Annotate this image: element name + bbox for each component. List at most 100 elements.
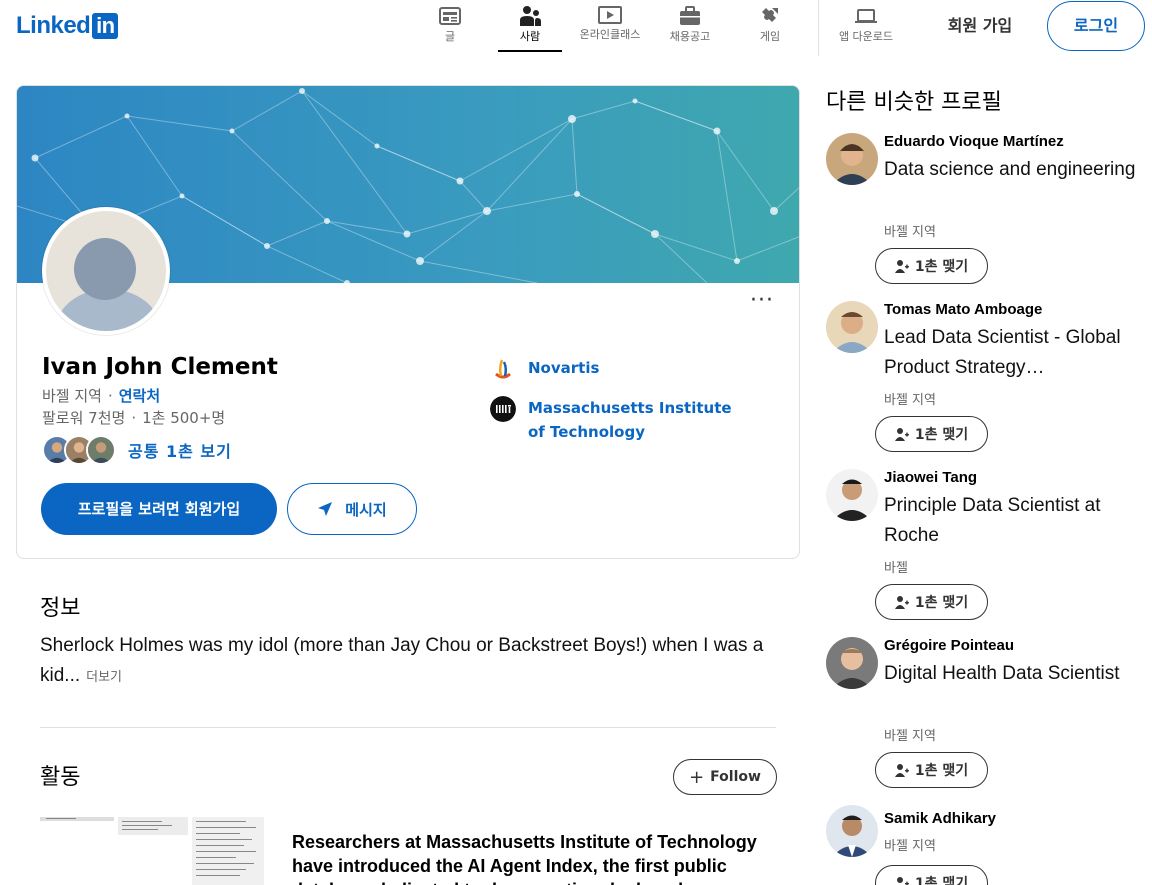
activity-post-thumbnail[interactable] bbox=[40, 815, 264, 885]
mutual-connections[interactable]: 공통 1촌 보기 bbox=[42, 434, 232, 466]
profile-name: Grégoire Pointeau bbox=[884, 637, 1015, 654]
profile-headline: Digital Health Data Scientist bbox=[884, 663, 1120, 684]
profile-card: ··· Ivan John Clement 바젤 지역 · 연락처 팔로워 7천명 ·… bbox=[16, 85, 800, 559]
connections-count: 1촌 500+명 bbox=[142, 409, 226, 427]
add-person-icon bbox=[894, 260, 909, 273]
similar-profile-item[interactable]: Tomas Mato Amboage Lead Data Scientist -… bbox=[826, 301, 1136, 452]
org-name: Novartis bbox=[528, 359, 600, 377]
profile-name: Tomas Mato Amboage bbox=[884, 301, 1043, 318]
avatar bbox=[86, 435, 116, 465]
profile-location: 바젤 지역 bbox=[884, 393, 936, 408]
org-education[interactable]: Massachusetts Institute of Technology bbox=[490, 396, 748, 444]
add-person-icon bbox=[894, 428, 909, 441]
profile-headline: Principle Data Scientist at Roche bbox=[884, 495, 1101, 546]
follow-label: Follow bbox=[710, 769, 761, 785]
plus-icon: + bbox=[689, 766, 705, 788]
top-nav: Linked in 글 사람 온라인클래스 채용공고 게임 앱 다운로드 회원 가… bbox=[0, 0, 1152, 56]
profile-location: 바젤 지역 bbox=[884, 225, 936, 240]
avatar bbox=[826, 301, 878, 353]
send-icon bbox=[318, 502, 333, 516]
org-current-company[interactable]: Novartis bbox=[490, 356, 748, 382]
learning-icon bbox=[598, 6, 622, 24]
nav-label: 게임 bbox=[759, 30, 781, 43]
connect-label: 1촌 맺기 bbox=[914, 763, 969, 779]
profile-name: Samik Adhikary bbox=[884, 810, 996, 827]
more-options-icon[interactable]: ··· bbox=[750, 290, 776, 316]
avatar bbox=[826, 133, 878, 185]
mutual-connections-link[interactable]: 공통 1촌 보기 bbox=[128, 438, 232, 462]
profile-location: 바젤 지역 bbox=[42, 387, 102, 405]
nav-people[interactable]: 사람 bbox=[498, 4, 562, 52]
connect-button[interactable]: 1촌 맺기 bbox=[875, 752, 988, 788]
nav-jobs[interactable]: 채용공고 bbox=[658, 4, 722, 52]
nav-label: 앱 다운로드 bbox=[838, 30, 894, 43]
contact-info-link[interactable]: 연락처 bbox=[119, 387, 160, 405]
follow-button[interactable]: + Follow bbox=[673, 759, 777, 795]
people-icon bbox=[520, 6, 541, 26]
connect-label: 1촌 맺기 bbox=[914, 876, 969, 885]
novartis-logo-icon bbox=[490, 356, 516, 382]
puzzle-icon bbox=[762, 8, 778, 22]
add-person-icon bbox=[894, 764, 909, 777]
separator-dot: · bbox=[131, 409, 137, 427]
nav-games[interactable]: 게임 bbox=[738, 4, 802, 52]
article-icon bbox=[439, 7, 461, 25]
similar-profile-item[interactable]: Samik Adhikary 바젤 지역 1촌 맺기 bbox=[826, 805, 1136, 885]
similar-profile-item[interactable]: Jiaowei Tang Principle Data Scientist at… bbox=[826, 469, 1136, 620]
profile-stats: 팔로워 7천명 · 1촌 500+명 bbox=[42, 407, 225, 428]
activity-post-title[interactable]: Researchers at Massachusetts Institute o… bbox=[292, 830, 772, 885]
about-body: Sherlock Holmes was my idol (more than J… bbox=[40, 635, 764, 686]
logo-in: in bbox=[92, 13, 119, 39]
connect-label: 1촌 맺기 bbox=[914, 259, 969, 275]
mit-logo-icon bbox=[490, 396, 516, 422]
profile-headline: Lead Data Scientist - Global Product Str… bbox=[884, 327, 1121, 378]
about-text: Sherlock Holmes was my idol (more than J… bbox=[40, 631, 780, 693]
avatar bbox=[826, 805, 878, 857]
linkedin-logo[interactable]: Linked in bbox=[16, 12, 119, 40]
profile-name: Jiaowei Tang bbox=[884, 469, 978, 486]
section-divider bbox=[40, 727, 776, 728]
nav-label: 글 bbox=[444, 30, 456, 43]
connect-button[interactable]: 1촌 맺기 bbox=[875, 584, 988, 620]
profile-avatar bbox=[42, 207, 170, 335]
avatar bbox=[826, 469, 878, 521]
profile-name: Ivan John Clement bbox=[42, 354, 278, 380]
nav-label: 온라인클래스 bbox=[579, 28, 641, 41]
followers-count: 팔로워 7천명 bbox=[42, 409, 126, 427]
connect-label: 1촌 맺기 bbox=[914, 595, 969, 611]
separator-dot: · bbox=[107, 387, 113, 405]
profile-name: Eduardo Vioque Martínez bbox=[884, 133, 1064, 150]
see-more-link[interactable]: 더보기 bbox=[86, 670, 122, 685]
similar-profiles-heading: 다른 비슷한 프로필 bbox=[826, 90, 1002, 115]
nav-divider bbox=[818, 0, 819, 56]
message-label: 메시지 bbox=[345, 500, 387, 519]
signup-to-view-button[interactable]: 프로필을 보려면 회원가입 bbox=[41, 483, 277, 535]
avatar bbox=[826, 637, 878, 689]
briefcase-icon bbox=[680, 6, 700, 25]
laptop-icon bbox=[855, 9, 877, 23]
connect-button[interactable]: 1촌 맺기 bbox=[875, 416, 988, 452]
profile-headline: Data science and engineering bbox=[884, 159, 1136, 180]
nav-articles[interactable]: 글 bbox=[418, 4, 482, 52]
similar-profile-item[interactable]: Eduardo Vioque Martínez Data science and… bbox=[826, 133, 1136, 284]
avatar-silhouette-head bbox=[74, 238, 136, 300]
nav-app-download[interactable]: 앱 다운로드 bbox=[834, 4, 898, 52]
connect-label: 1촌 맺기 bbox=[914, 427, 969, 443]
activity-heading: 활동 bbox=[40, 765, 81, 790]
nav-learning[interactable]: 온라인클래스 bbox=[578, 4, 642, 52]
join-button[interactable]: 회원 가입 bbox=[930, 6, 1030, 46]
profile-location: 바젤 bbox=[884, 561, 908, 576]
message-button[interactable]: 메시지 bbox=[287, 483, 417, 535]
profile-location: 바젤 지역 bbox=[884, 839, 936, 854]
about-heading: 정보 bbox=[40, 596, 81, 621]
connect-button[interactable]: 1촌 맺기 bbox=[875, 248, 988, 284]
login-button[interactable]: 로그인 bbox=[1047, 1, 1145, 51]
add-person-icon bbox=[896, 877, 909, 885]
profile-location-line: 바젤 지역 · 연락처 bbox=[42, 385, 160, 406]
similar-profile-item[interactable]: Grégoire Pointeau Digital Health Data Sc… bbox=[826, 637, 1136, 788]
profile-location: 바젤 지역 bbox=[884, 729, 936, 744]
add-person-icon bbox=[894, 596, 909, 609]
connect-button[interactable]: 1촌 맺기 bbox=[875, 865, 988, 885]
logo-text: Linked bbox=[16, 12, 91, 39]
nav-label: 채용공고 bbox=[669, 30, 711, 43]
